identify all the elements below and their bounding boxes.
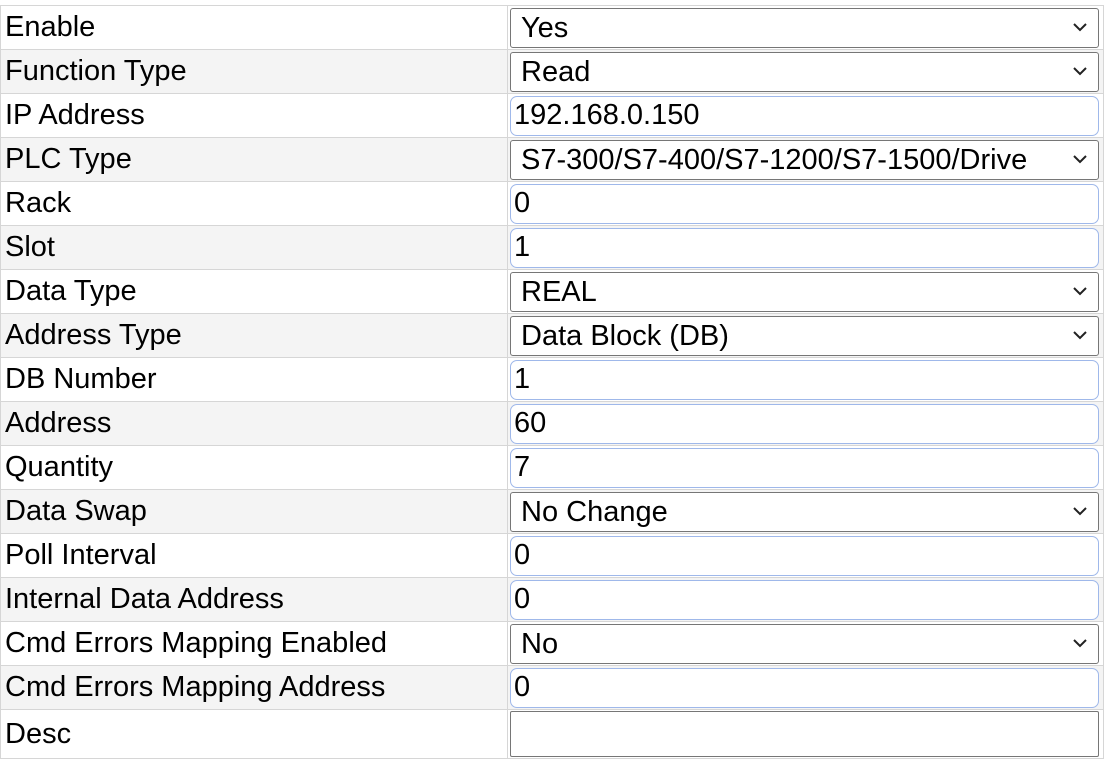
form-row-cmd-errors-mapping-address: Cmd Errors Mapping Address 0 — [0, 665, 1104, 710]
quantity-input[interactable]: 7 — [510, 447, 1099, 488]
field-label: Address — [0, 401, 508, 446]
form-row-internal-data-address: Internal Data Address 0 — [0, 577, 1104, 622]
chevron-down-icon — [1073, 286, 1087, 295]
form-row-rack: Rack 0 — [0, 181, 1104, 226]
field-label: Internal Data Address — [0, 577, 508, 622]
data-type-select[interactable]: REAL — [510, 271, 1099, 312]
field-label: Desc — [0, 709, 508, 759]
chevron-down-icon — [1073, 66, 1087, 75]
select-value: No — [521, 627, 559, 660]
field-label: Cmd Errors Mapping Address — [0, 665, 508, 710]
form-row-address-type: Address Type Data Block (DB) — [0, 313, 1104, 358]
slot-input[interactable]: 1 — [510, 227, 1099, 268]
field-label: Data Type — [0, 269, 508, 314]
cmd-errors-mapping-address-input[interactable]: 0 — [510, 667, 1099, 708]
form-row-db-number: DB Number 1 — [0, 357, 1104, 402]
form-row-data-swap: Data Swap No Change — [0, 489, 1104, 534]
form-row-desc: Desc — [0, 709, 1104, 759]
field-label: Cmd Errors Mapping Enabled — [0, 621, 508, 666]
field-label: PLC Type — [0, 137, 508, 182]
address-type-select[interactable]: Data Block (DB) — [510, 315, 1099, 356]
form-row-function-type: Function Type Read — [0, 49, 1104, 94]
form-row-plc-type: PLC Type S7-300/S7-400/S7-1200/S7-1500/D… — [0, 137, 1104, 182]
field-label: Enable — [0, 5, 508, 50]
plc-command-form: Enable Yes Function Type Read IP Address… — [0, 5, 1104, 759]
select-value: Data Block (DB) — [521, 319, 729, 352]
field-label: IP Address — [0, 93, 508, 138]
data-swap-select[interactable]: No Change — [510, 491, 1099, 532]
db-number-input[interactable]: 1 — [510, 359, 1099, 400]
enable-select[interactable]: Yes — [510, 7, 1099, 48]
select-value: No Change — [521, 495, 668, 528]
form-row-address: Address 60 — [0, 401, 1104, 446]
field-label: DB Number — [0, 357, 508, 402]
chevron-down-icon — [1073, 638, 1087, 647]
form-row-enable: Enable Yes — [0, 5, 1104, 50]
field-label: Poll Interval — [0, 533, 508, 578]
form-row-data-type: Data Type REAL — [0, 269, 1104, 314]
ip-address-input[interactable]: 192.168.0.150 — [510, 95, 1099, 136]
internal-data-address-input[interactable]: 0 — [510, 579, 1099, 620]
select-value: Read — [521, 55, 591, 88]
form-row-poll-interval: Poll Interval 0 — [0, 533, 1104, 578]
chevron-down-icon — [1073, 506, 1087, 515]
address-input[interactable]: 60 — [510, 403, 1099, 444]
form-row-cmd-errors-mapping-enabled: Cmd Errors Mapping Enabled No — [0, 621, 1104, 666]
cmd-errors-mapping-enabled-select[interactable]: No — [510, 623, 1099, 664]
chevron-down-icon — [1073, 22, 1087, 31]
chevron-down-icon — [1073, 154, 1087, 163]
function-type-select[interactable]: Read — [510, 51, 1099, 92]
field-label: Function Type — [0, 49, 508, 94]
field-label: Rack — [0, 181, 508, 226]
select-value: S7-300/S7-400/S7-1200/S7-1500/Drive — [521, 143, 1028, 176]
chevron-down-icon — [1073, 330, 1087, 339]
field-label: Address Type — [0, 313, 508, 358]
field-label: Quantity — [0, 445, 508, 490]
form-row-quantity: Quantity 7 — [0, 445, 1104, 490]
form-row-slot: Slot 1 — [0, 225, 1104, 270]
form-row-ip-address: IP Address 192.168.0.150 — [0, 93, 1104, 138]
plc-type-select[interactable]: S7-300/S7-400/S7-1200/S7-1500/Drive — [510, 139, 1099, 180]
field-label: Data Swap — [0, 489, 508, 534]
desc-input[interactable] — [510, 711, 1099, 757]
rack-input[interactable]: 0 — [510, 183, 1099, 224]
field-label: Slot — [0, 225, 508, 270]
select-value: Yes — [521, 11, 569, 44]
select-value: REAL — [521, 275, 597, 308]
poll-interval-input[interactable]: 0 — [510, 535, 1099, 576]
